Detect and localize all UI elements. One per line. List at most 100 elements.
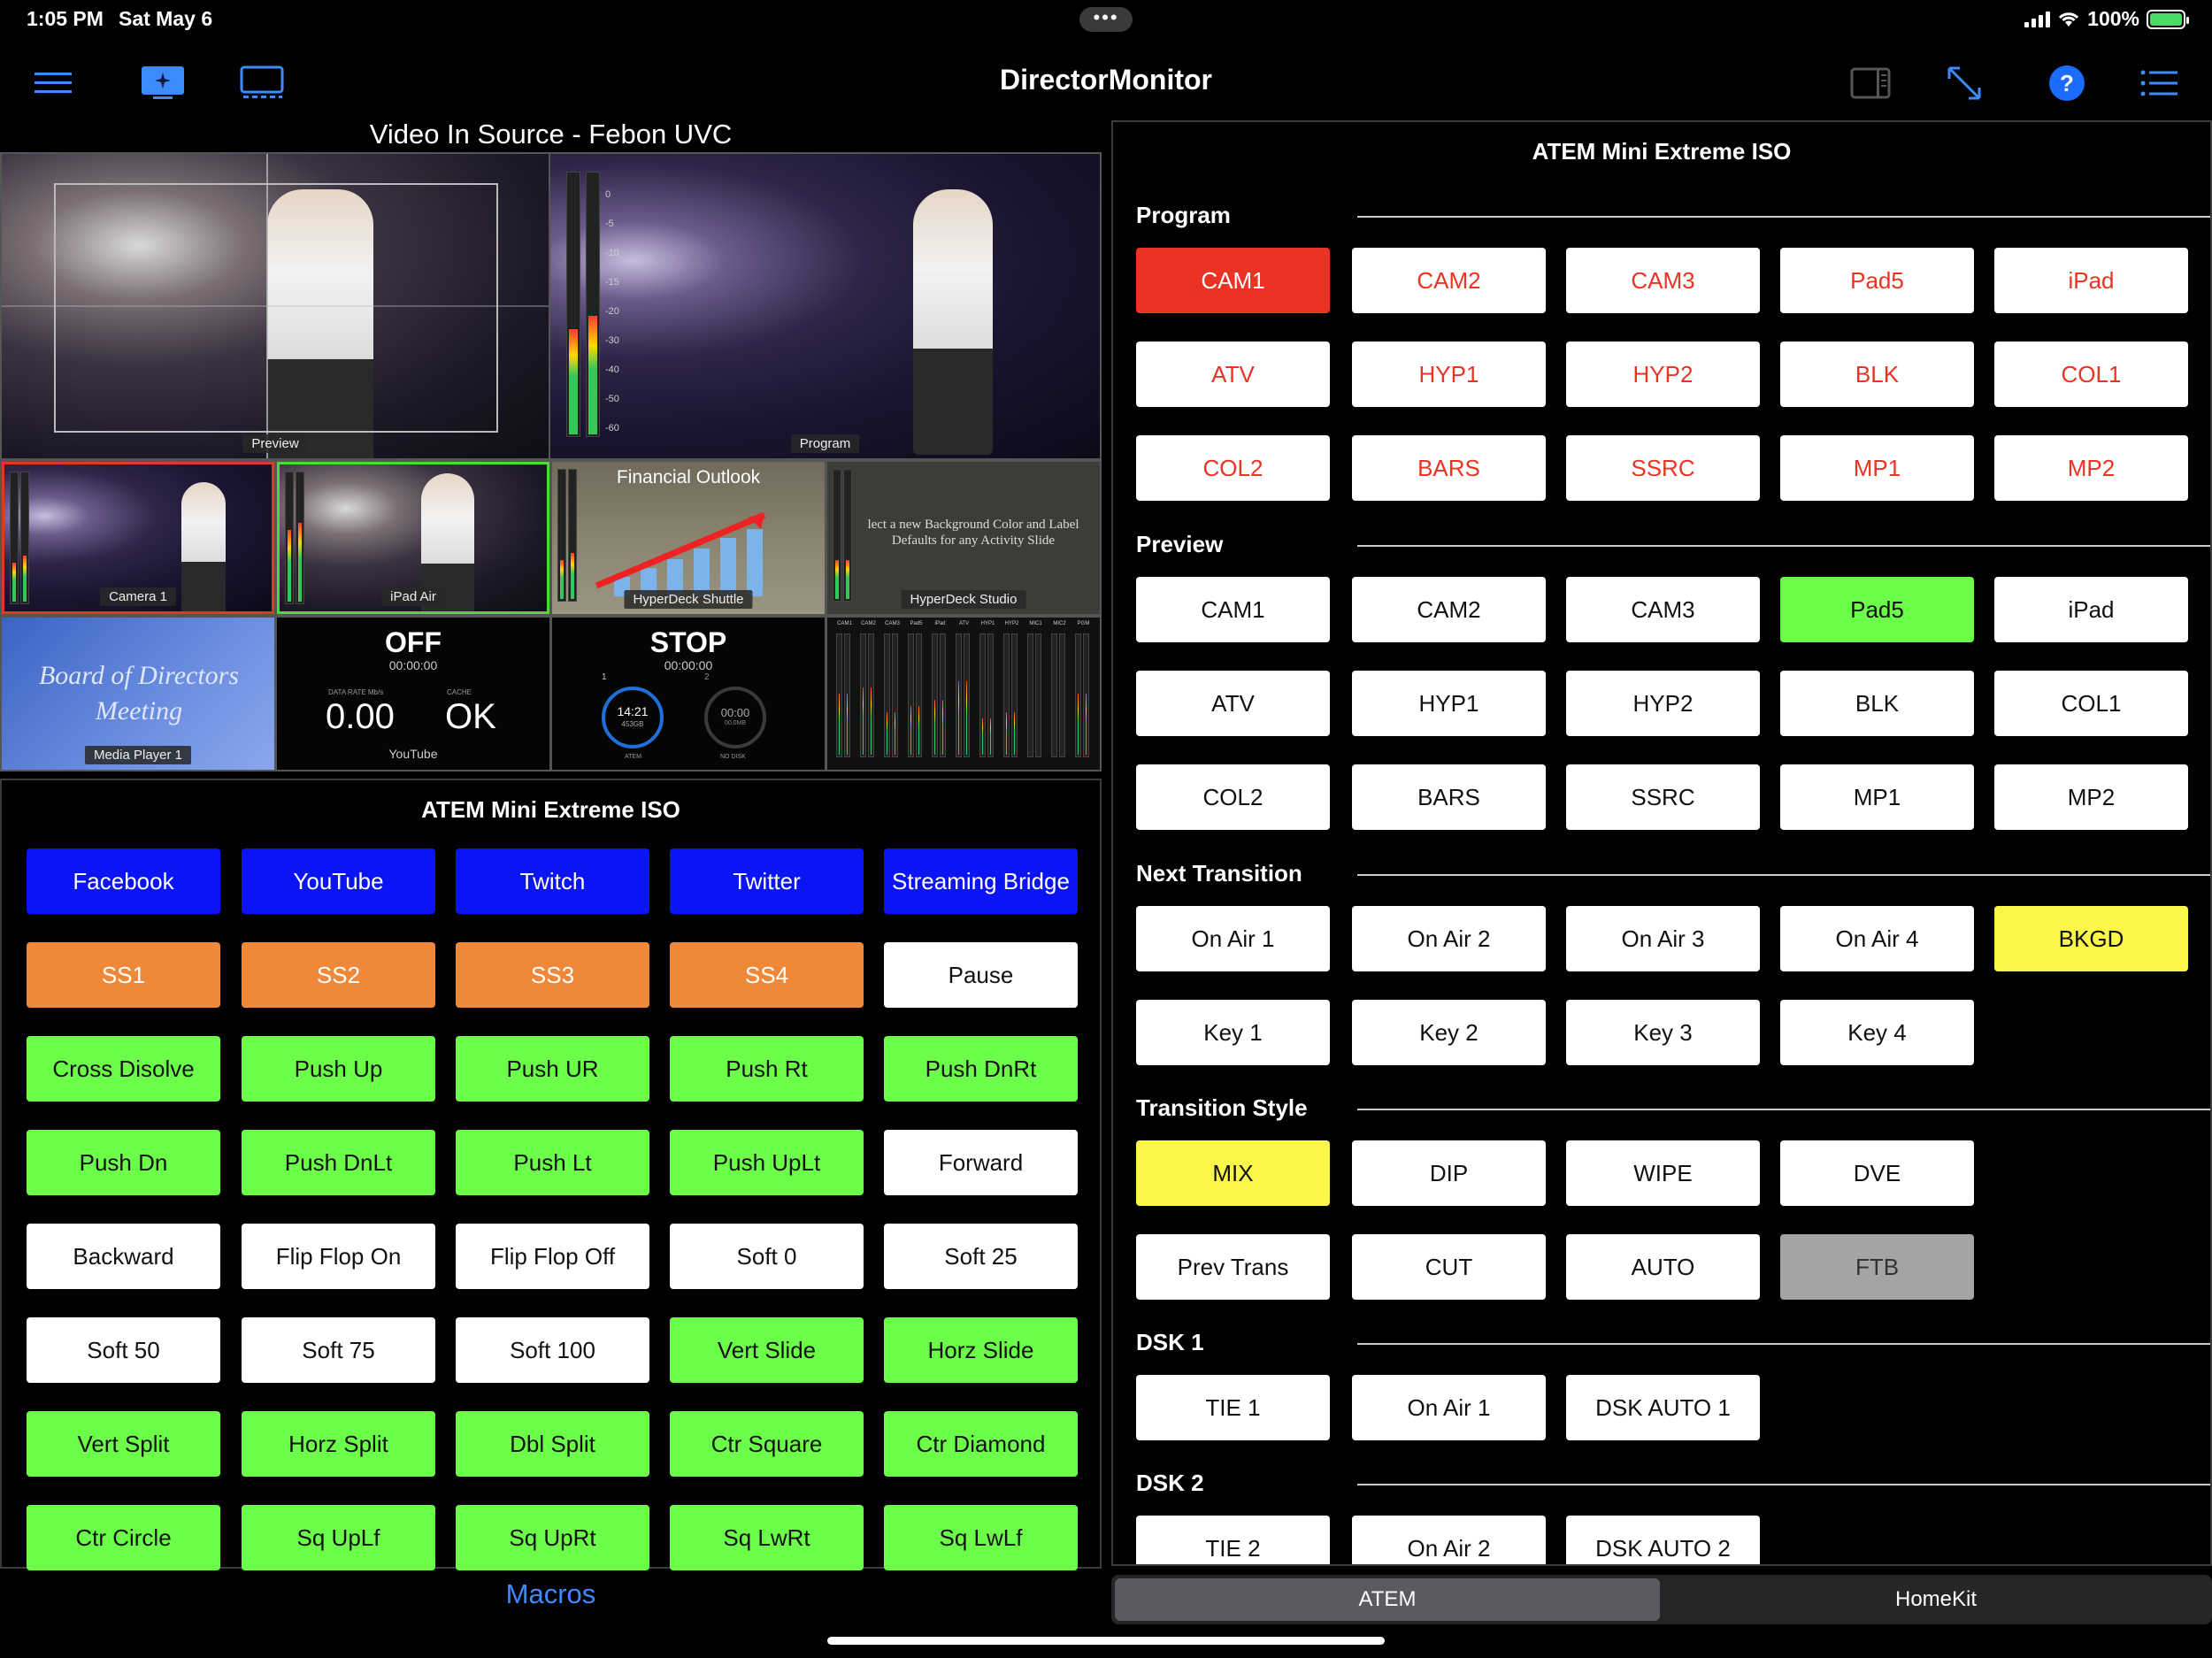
macro-button-horz-split[interactable]: Horz Split	[242, 1411, 435, 1477]
preview-button-col1[interactable]: COL1	[1994, 671, 2188, 736]
macro-button-flip-flop-off[interactable]: Flip Flop Off	[456, 1224, 649, 1289]
preview-button-col2[interactable]: COL2	[1136, 764, 1330, 830]
next-transition-button-key-1[interactable]: Key 1	[1136, 1000, 1330, 1065]
transition-style-button-wipe[interactable]: WIPE	[1566, 1140, 1760, 1206]
multitasking-dots[interactable]: •••	[1079, 7, 1133, 32]
next-transition-button-key-4[interactable]: Key 4	[1780, 1000, 1974, 1065]
dsk-1-button-dsk-auto-1[interactable]: DSK AUTO 1	[1566, 1375, 1760, 1440]
transition-style-button-cut[interactable]: CUT	[1352, 1234, 1546, 1300]
program-button-mp1[interactable]: MP1	[1780, 435, 1974, 501]
macro-button-twitch[interactable]: Twitch	[456, 848, 649, 914]
preview-button-cam1[interactable]: CAM1	[1136, 577, 1330, 642]
preview-button-ssrc[interactable]: SSRC	[1566, 764, 1760, 830]
program-button-pad5[interactable]: Pad5	[1780, 248, 1974, 313]
preview-button-mp1[interactable]: MP1	[1780, 764, 1974, 830]
next-transition-button-key-3[interactable]: Key 3	[1566, 1000, 1760, 1065]
program-button-bars[interactable]: BARS	[1352, 435, 1546, 501]
home-indicator[interactable]	[827, 1637, 1385, 1645]
preview-button-cam2[interactable]: CAM2	[1352, 577, 1546, 642]
macro-button-facebook[interactable]: Facebook	[27, 848, 220, 914]
macro-button-horz-slide[interactable]: Horz Slide	[884, 1317, 1078, 1383]
program-button-hyp1[interactable]: HYP1	[1352, 342, 1546, 407]
macro-button-streaming-bridge[interactable]: Streaming Bridge	[884, 848, 1078, 914]
program-button-ssrc[interactable]: SSRC	[1566, 435, 1760, 501]
program-button-atv[interactable]: ATV	[1136, 342, 1330, 407]
macros-link[interactable]: Macros	[0, 1578, 1102, 1610]
macro-button-push-ur[interactable]: Push UR	[456, 1036, 649, 1101]
macro-button-push-up[interactable]: Push Up	[242, 1036, 435, 1101]
macro-button-push-uplt[interactable]: Push UpLt	[670, 1130, 864, 1195]
preview-button-atv[interactable]: ATV	[1136, 671, 1330, 736]
multiview-icon[interactable]	[138, 58, 188, 108]
macro-button-vert-split[interactable]: Vert Split	[27, 1411, 220, 1477]
dsk-2-button-dsk-auto-2[interactable]: DSK AUTO 2	[1566, 1516, 1760, 1564]
program-button-cam3[interactable]: CAM3	[1566, 248, 1760, 313]
transition-style-button-auto[interactable]: AUTO	[1566, 1234, 1760, 1300]
macro-button-cross-disolve[interactable]: Cross Disolve	[27, 1036, 220, 1101]
program-button-col2[interactable]: COL2	[1136, 435, 1330, 501]
macro-button-flip-flop-on[interactable]: Flip Flop On	[242, 1224, 435, 1289]
macro-button-ss1[interactable]: SS1	[27, 942, 220, 1008]
macro-button-ss2[interactable]: SS2	[242, 942, 435, 1008]
camera1-tile[interactable]: Camera 1	[2, 462, 274, 614]
next-transition-button-on-air-1[interactable]: On Air 1	[1136, 906, 1330, 971]
tab-atem[interactable]: ATEM	[1115, 1578, 1660, 1621]
help-icon[interactable]: ?	[2042, 58, 2092, 108]
media-player-tile[interactable]: Board of Directors Meeting Media Player …	[2, 618, 274, 770]
macro-button-backward[interactable]: Backward	[27, 1224, 220, 1289]
preview-button-cam3[interactable]: CAM3	[1566, 577, 1760, 642]
transition-style-button-prev-trans[interactable]: Prev Trans	[1136, 1234, 1330, 1300]
hyperdeck-studio-tile[interactable]: lect a new Background Color and Label De…	[827, 462, 1100, 614]
macro-button-pause[interactable]: Pause	[884, 942, 1078, 1008]
next-transition-button-key-2[interactable]: Key 2	[1352, 1000, 1546, 1065]
transition-style-button-mix[interactable]: MIX	[1136, 1140, 1330, 1206]
program-button-blk[interactable]: BLK	[1780, 342, 1974, 407]
program-tile[interactable]: 0 -5 -10 -15 -20 -30 -40 -50 -60 Program	[550, 154, 1100, 458]
next-transition-button-on-air-4[interactable]: On Air 4	[1780, 906, 1974, 971]
hyperdeck-shuttle-tile[interactable]: Financial Outlook HyperDeck Shuttle	[552, 462, 825, 614]
macro-button-sq-uplf[interactable]: Sq UpLf	[242, 1505, 435, 1570]
preview-button-hyp1[interactable]: HYP1	[1352, 671, 1546, 736]
macro-button-ss4[interactable]: SS4	[670, 942, 864, 1008]
macro-button-vert-slide[interactable]: Vert Slide	[670, 1317, 864, 1383]
macro-button-sq-uprt[interactable]: Sq UpRt	[456, 1505, 649, 1570]
ipad-air-tile[interactable]: iPad Air	[277, 462, 549, 614]
sidebar-toggle-icon[interactable]	[1846, 58, 1895, 108]
macro-button-soft-75[interactable]: Soft 75	[242, 1317, 435, 1383]
program-button-cam1[interactable]: CAM1	[1136, 248, 1330, 313]
macro-button-push-dnrt[interactable]: Push DnRt	[884, 1036, 1078, 1101]
program-button-hyp2[interactable]: HYP2	[1566, 342, 1760, 407]
macro-button-sq-lwrt[interactable]: Sq LwRt	[670, 1505, 864, 1570]
display-icon[interactable]	[237, 58, 287, 108]
next-transition-button-on-air-2[interactable]: On Air 2	[1352, 906, 1546, 971]
preview-button-pad5[interactable]: Pad5	[1780, 577, 1974, 642]
next-transition-button-on-air-3[interactable]: On Air 3	[1566, 906, 1760, 971]
stream-status-tile[interactable]: OFF 00:00:00 DATA RATE Mb/s CACHE 0.00 O…	[277, 618, 549, 770]
preview-tile[interactable]: Preview	[2, 154, 549, 458]
dsk-2-button-tie-2[interactable]: TIE 2	[1136, 1516, 1330, 1564]
preview-button-blk[interactable]: BLK	[1780, 671, 1974, 736]
program-button-col1[interactable]: COL1	[1994, 342, 2188, 407]
macro-button-sq-lwlf[interactable]: Sq LwLf	[884, 1505, 1078, 1570]
program-button-mp2[interactable]: MP2	[1994, 435, 2188, 501]
macro-button-twitter[interactable]: Twitter	[670, 848, 864, 914]
macro-button-ss3[interactable]: SS3	[456, 942, 649, 1008]
macro-button-soft-50[interactable]: Soft 50	[27, 1317, 220, 1383]
transition-style-button-ftb[interactable]: FTB	[1780, 1234, 1974, 1300]
macro-button-push-lt[interactable]: Push Lt	[456, 1130, 649, 1195]
macro-button-soft-25[interactable]: Soft 25	[884, 1224, 1078, 1289]
list-icon[interactable]	[2134, 58, 2184, 108]
dsk-1-button-on-air-1[interactable]: On Air 1	[1352, 1375, 1546, 1440]
next-transition-button-bkgd[interactable]: BKGD	[1994, 906, 2188, 971]
expand-icon[interactable]	[1939, 58, 1989, 108]
record-status-tile[interactable]: STOP 00:00:00 1 2 14:21 453GB 00:00 00.0…	[552, 618, 825, 770]
hamburger-menu-icon[interactable]	[28, 58, 78, 108]
macro-button-push-rt[interactable]: Push Rt	[670, 1036, 864, 1101]
program-button-cam2[interactable]: CAM2	[1352, 248, 1546, 313]
macro-button-push-dn[interactable]: Push Dn	[27, 1130, 220, 1195]
macro-button-forward[interactable]: Forward	[884, 1130, 1078, 1195]
transition-style-button-dve[interactable]: DVE	[1780, 1140, 1974, 1206]
transition-style-button-dip[interactable]: DIP	[1352, 1140, 1546, 1206]
preview-button-hyp2[interactable]: HYP2	[1566, 671, 1760, 736]
macro-button-soft-0[interactable]: Soft 0	[670, 1224, 864, 1289]
